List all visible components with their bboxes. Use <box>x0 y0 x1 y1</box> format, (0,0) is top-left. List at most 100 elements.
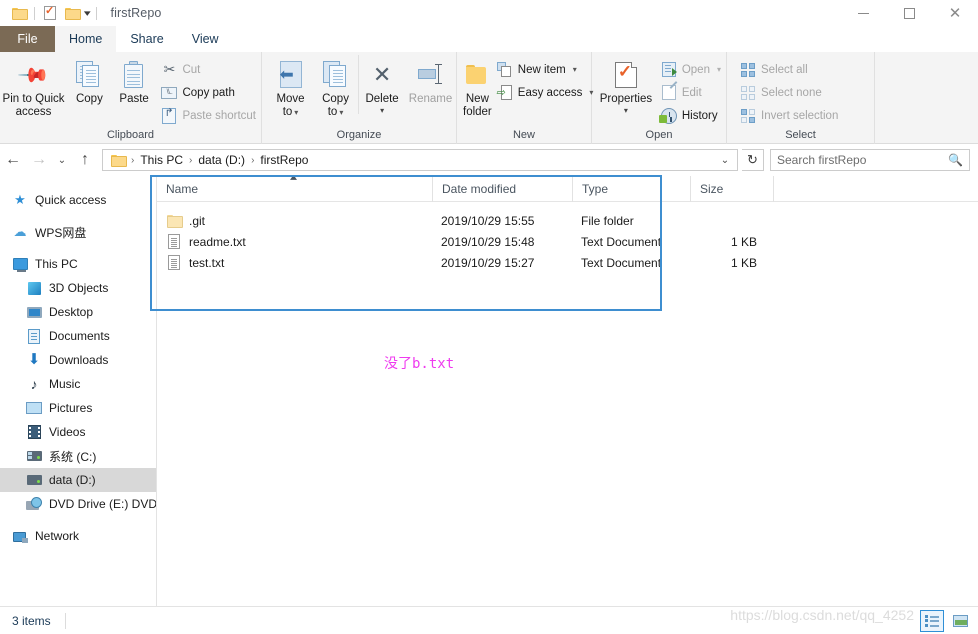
column-header-type[interactable]: Type <box>572 175 690 202</box>
sidebar-item-3d-objects[interactable]: 3D Objects <box>0 276 156 300</box>
open-button[interactable]: Open ▾ <box>656 59 726 80</box>
sidebar-item-desktop[interactable]: Desktop <box>0 300 156 324</box>
large-icons-view-button[interactable] <box>948 610 972 632</box>
sidebar-item-dvd-drive[interactable]: DVD Drive (E:) DVD1 <box>0 492 156 516</box>
sidebar-item-pictures[interactable]: Pictures <box>0 396 156 420</box>
table-row[interactable]: test.txt 2019/10/29 15:27 Text Document … <box>157 252 978 273</box>
sidebar-item-system-c[interactable]: 系统 (C:) <box>0 444 156 468</box>
select-all-label: Select all <box>761 63 808 76</box>
text-file-icon <box>166 234 182 250</box>
select-small-commands: Select all Select none Invert selection <box>735 55 843 126</box>
new-folder-qat-button[interactable] <box>61 2 83 24</box>
file-type-cell: Text Document <box>581 234 662 249</box>
forward-button[interactable]: → <box>26 147 52 173</box>
easy-access-button[interactable]: ⇨ Easy access ▾ <box>492 82 599 103</box>
sidebar-item-label: Documents <box>49 329 110 343</box>
table-row[interactable]: readme.txt 2019/10/29 15:48 Text Documen… <box>157 231 978 252</box>
new-item-label: New item <box>517 63 566 76</box>
paste-shortcut-button[interactable]: Paste shortcut <box>156 105 261 126</box>
up-button[interactable]: ↑ <box>72 147 98 173</box>
copy-to-button[interactable]: Copy to ▾ <box>313 55 358 119</box>
sidebar-item-videos[interactable]: Videos <box>0 420 156 444</box>
column-header-name[interactable]: Name ▴ <box>157 172 432 202</box>
delete-icon: ✕ <box>372 62 392 87</box>
invert-selection-button[interactable]: Invert selection <box>735 105 843 126</box>
move-to-button[interactable]: ⬅ Move to ▾ <box>268 55 313 119</box>
delete-button[interactable]: ✕ Delete ▾ <box>358 55 405 114</box>
recent-locations-button[interactable]: ⌄ <box>52 147 72 173</box>
sort-ascending-icon: ▴ <box>289 171 298 183</box>
copy-path-button[interactable]: \\.. Copy path <box>156 82 261 103</box>
tab-share[interactable]: Share <box>116 26 177 52</box>
address-bar: ← → ⌄ ↑ › This PC › data (D:) › firstRep… <box>0 145 978 175</box>
network-icon <box>12 528 28 544</box>
tab-view[interactable]: View <box>178 26 233 52</box>
search-input[interactable]: Search firstRepo 🔍 <box>770 149 970 171</box>
navigation-pane: ★ Quick access ☁ WPS网盘 This PC 3D Object… <box>0 176 157 606</box>
pc-icon <box>12 256 28 272</box>
details-view-button[interactable] <box>920 609 944 632</box>
select-none-button[interactable]: Select none <box>735 82 843 103</box>
column-header-date-modified[interactable]: Date modified <box>432 175 572 202</box>
select-all-icon <box>740 62 756 78</box>
breadcrumb-item-data-d[interactable]: data (D:) <box>194 153 249 167</box>
pin-to-quick-access-button[interactable]: 📌 Pin to Quick access <box>0 55 67 118</box>
sidebar-item-music[interactable]: ♪ Music <box>0 372 156 396</box>
sidebar-item-documents[interactable]: Documents <box>0 324 156 348</box>
history-button[interactable]: History <box>656 105 726 126</box>
minimize-button[interactable] <box>840 0 886 26</box>
edit-button[interactable]: Edit <box>656 82 726 103</box>
back-button[interactable]: ← <box>0 147 26 173</box>
breadcrumb-item-this-pc[interactable]: This PC <box>136 153 187 167</box>
cut-button[interactable]: ✂ Cut <box>156 59 261 80</box>
refresh-button[interactable]: ↻ <box>742 149 764 171</box>
rename-button[interactable]: Rename <box>405 55 456 106</box>
breadcrumb-item-firstrepo[interactable]: firstRepo <box>256 153 312 167</box>
tab-home[interactable]: Home <box>55 26 117 52</box>
copy-button[interactable]: Copy <box>67 55 112 106</box>
file-name-label: readme.txt <box>189 234 246 249</box>
maximize-button[interactable] <box>886 0 932 26</box>
file-size-cell: 1 KB <box>730 234 757 249</box>
pin-icon: 📌 <box>16 58 50 92</box>
new-item-button[interactable]: New item ▾ <box>492 59 599 80</box>
chevron-down-icon[interactable]: ⌄ <box>715 147 735 173</box>
paste-button[interactable]: Paste <box>112 55 157 106</box>
select-all-button[interactable]: Select all <box>735 59 843 80</box>
folder-icon <box>166 213 183 229</box>
ribbon-group-label-organize: Organize <box>336 129 382 141</box>
sidebar-item-this-pc[interactable]: This PC <box>0 252 156 276</box>
properties-dropdown-caret-icon[interactable]: ▾ <box>624 106 628 114</box>
copy-path-label: Copy path <box>182 86 235 99</box>
tiles-view-icon <box>952 614 968 627</box>
sidebar-item-quick-access[interactable]: ★ Quick access <box>0 188 156 212</box>
properties-qat-button[interactable] <box>39 2 61 24</box>
sidebar-item-network[interactable]: Network <box>0 524 156 548</box>
folder-icon <box>107 149 129 171</box>
properties-button[interactable]: Properties ▾ <box>596 55 656 114</box>
new-item-caret-icon[interactable]: ▾ <box>573 65 577 74</box>
close-button[interactable]: ✕ <box>932 0 978 26</box>
history-label: History <box>681 109 718 122</box>
sidebar-item-label: WPS网盘 <box>35 225 87 240</box>
sidebar-item-downloads[interactable]: ⬇ Downloads <box>0 348 156 372</box>
move-to-label-1: Move <box>276 93 305 105</box>
tab-file[interactable]: File <box>0 26 55 52</box>
3d-objects-icon <box>26 280 42 296</box>
edit-label: Edit <box>681 86 702 99</box>
column-header-size[interactable]: Size <box>690 175 773 202</box>
details-view-icon <box>925 614 939 627</box>
delete-dropdown-caret-icon[interactable]: ▾ <box>380 106 384 114</box>
sidebar-item-wps-cloud[interactable]: ☁ WPS网盘 <box>0 220 156 244</box>
ribbon-group-label-select: Select <box>785 129 816 141</box>
select-none-icon <box>740 85 756 101</box>
breadcrumb[interactable]: › This PC › data (D:) › firstRepo ⌄ <box>102 149 738 171</box>
search-icon[interactable]: 🔍 <box>948 153 963 167</box>
sidebar-item-label: DVD Drive (E:) DVD1 <box>49 497 157 511</box>
table-row[interactable]: .git 2019/10/29 15:55 File folder <box>157 210 978 231</box>
chevron-down-icon[interactable]: ▾ <box>81 8 94 19</box>
breadcrumb-separator-2: › <box>251 154 255 166</box>
sidebar-item-data-d[interactable]: data (D:) <box>0 468 156 492</box>
new-folder-button[interactable]: New folder <box>463 55 492 118</box>
open-caret-icon[interactable]: ▾ <box>717 65 721 74</box>
